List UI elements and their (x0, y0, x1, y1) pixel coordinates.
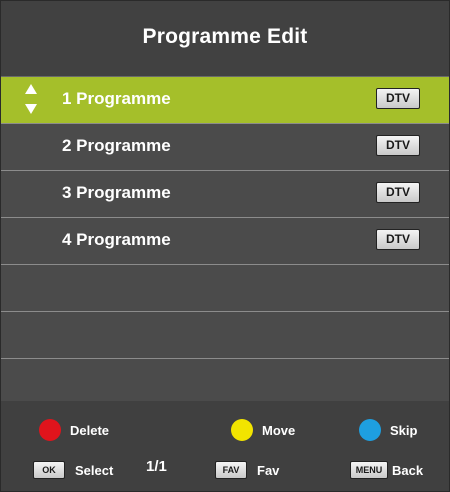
menu-key-icon: MENU (350, 461, 388, 479)
up-down-arrows-icon (25, 84, 39, 116)
fav-hint[interactable]: FAV Fav (215, 461, 279, 479)
programme-edit-menu: Programme Edit 1 Programme DTV 2 Program… (0, 0, 450, 492)
red-button-icon (39, 419, 61, 441)
programme-row-4[interactable]: 4 Programme DTV (1, 218, 449, 265)
skip-hint[interactable]: Skip (359, 419, 417, 441)
programme-label: 2 Programme (62, 136, 171, 155)
ok-key-icon: OK (33, 461, 65, 479)
fav-key-icon: FAV (215, 461, 247, 479)
select-label: Select (75, 462, 114, 478)
delete-hint[interactable]: Delete (39, 419, 109, 441)
programme-label: 1 Programme (62, 89, 171, 108)
move-label: Move (262, 422, 296, 438)
empty-row (1, 312, 449, 359)
select-hint[interactable]: OK Select (33, 461, 113, 479)
delete-label: Delete (70, 422, 110, 438)
programme-row-2[interactable]: 2 Programme DTV (1, 124, 449, 171)
arrow-up-icon (25, 84, 37, 94)
dtv-badge: DTV (376, 229, 420, 250)
menu-title: Programme Edit (142, 25, 308, 48)
arrow-down-icon (25, 104, 37, 114)
programme-list: 1 Programme DTV 2 Programme DTV 3 Progra… (1, 77, 449, 406)
back-hint[interactable]: MENU Back (350, 461, 423, 479)
programme-row-1[interactable]: 1 Programme DTV (1, 77, 449, 124)
menu-header: Programme Edit (1, 1, 449, 77)
programme-row-3[interactable]: 3 Programme DTV (1, 171, 449, 218)
button-legend: Delete Move Skip OK Select FAV Fav MENU … (1, 401, 449, 491)
empty-row (1, 265, 449, 312)
skip-label: Skip (390, 422, 418, 438)
dtv-badge: DTV (376, 182, 420, 203)
dtv-badge: DTV (376, 88, 420, 109)
page-indicator: 1/1 (146, 458, 167, 475)
back-label: Back (392, 462, 424, 478)
empty-row (1, 359, 449, 406)
blue-button-icon (359, 419, 381, 441)
yellow-button-icon (231, 419, 253, 441)
dtv-badge: DTV (376, 135, 420, 156)
move-hint[interactable]: Move (231, 419, 295, 441)
programme-label: 4 Programme (62, 230, 171, 249)
fav-label: Fav (257, 462, 280, 478)
programme-label: 3 Programme (62, 183, 171, 202)
